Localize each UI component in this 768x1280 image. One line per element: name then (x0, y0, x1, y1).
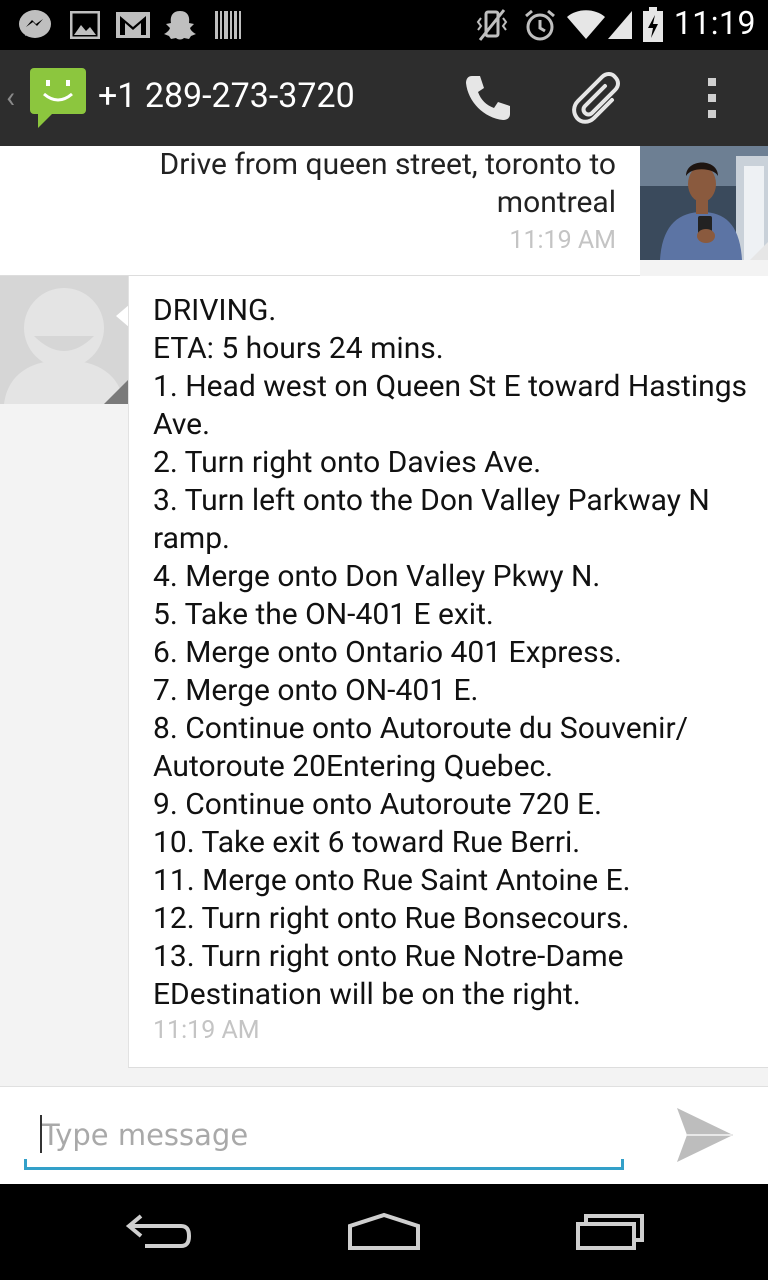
gallery-icon (68, 8, 102, 42)
bubble-tail (620, 164, 640, 188)
message-input[interactable] (24, 1107, 624, 1163)
recents-button[interactable] (546, 1194, 674, 1270)
signal-icon (606, 8, 634, 42)
wifi-icon (566, 8, 606, 42)
gmail-icon (114, 8, 152, 42)
recents-icon (576, 1214, 644, 1250)
alarm-icon (522, 8, 558, 42)
back-button[interactable] (96, 1194, 224, 1270)
overflow-menu-icon (708, 78, 716, 118)
clock-time: 11:19 (673, 4, 756, 42)
incoming-bubble: DRIVING. ETA: 5 hours 24 mins. 1. Head w… (128, 276, 768, 1068)
battery-charging-icon (640, 7, 666, 42)
up-navigation-chevron-icon[interactable]: ‹ (6, 80, 15, 115)
barcode-icon (212, 8, 244, 42)
back-icon (125, 1214, 192, 1248)
sender-avatar-photo[interactable] (640, 146, 768, 260)
overflow-menu-button[interactable] (664, 50, 760, 146)
contact-avatar-placeholder[interactable] (0, 276, 128, 404)
status-bar: 11:19 (0, 0, 768, 50)
send-icon (677, 1108, 733, 1162)
call-icon (466, 76, 510, 120)
attach-icon (572, 72, 620, 124)
snapchat-icon (162, 8, 198, 42)
home-button[interactable] (320, 1194, 448, 1270)
system-navigation-bar (0, 1184, 768, 1280)
input-underline (24, 1159, 624, 1170)
text-cursor (40, 1115, 42, 1153)
message-composer (0, 1086, 768, 1184)
vibrate-icon (474, 8, 510, 42)
conversation-list[interactable]: Drive from queen street, toronto to mont… (0, 146, 768, 1086)
default-contact-icon (0, 276, 128, 404)
outgoing-bubble: Drive from queen street, toronto to mont… (0, 146, 640, 276)
message-timestamp: 11:19 AM (153, 1016, 260, 1045)
home-icon (348, 1212, 420, 1250)
action-bar: ‹ +1 289-273-3720 (0, 50, 768, 146)
call-button[interactable] (440, 50, 536, 146)
message-text: DRIVING. ETA: 5 hours 24 mins. 1. Head w… (153, 293, 748, 1012)
outgoing-message[interactable]: Drive from queen street, toronto to mont… (0, 146, 768, 276)
messenger-icon (16, 8, 54, 42)
message-text: Drive from queen street, toronto to mont… (159, 147, 616, 220)
send-button[interactable] (668, 1103, 742, 1167)
messaging-app-icon[interactable] (28, 66, 88, 130)
attach-button[interactable] (552, 50, 648, 146)
incoming-message[interactable]: DRIVING. ETA: 5 hours 24 mins. 1. Head w… (0, 276, 768, 1068)
conversation-title: +1 289-273-3720 (98, 76, 355, 116)
message-timestamp: 11:19 AM (509, 226, 616, 255)
